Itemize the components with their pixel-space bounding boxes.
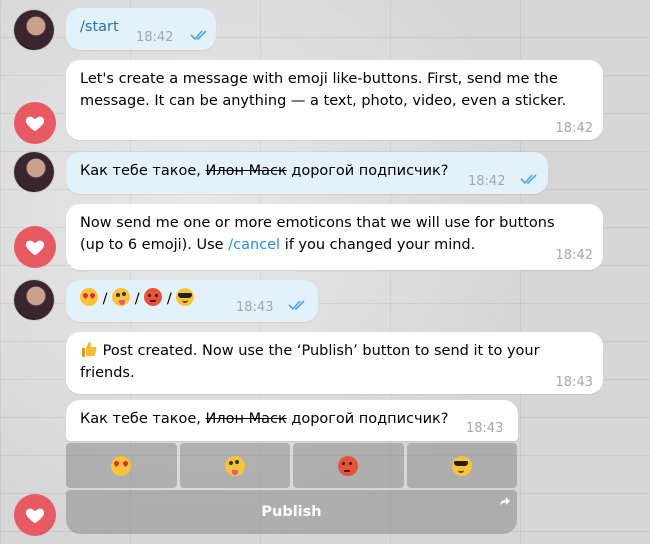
message-suffix: дорогой подписчик? bbox=[291, 163, 449, 179]
message-text-line2: message. It can be anything — a text, ph… bbox=[80, 93, 567, 109]
angry-face-emoji bbox=[144, 288, 163, 306]
sunglasses-face-emoji bbox=[451, 455, 472, 476]
message-time: 18:43 bbox=[236, 300, 274, 315]
message-time: 18:42 bbox=[555, 248, 593, 263]
bot-avatar[interactable] bbox=[14, 494, 56, 536]
message-bot-emoticons: Now send me one or more emoticons that w… bbox=[66, 204, 603, 270]
heart-eyes-emoji bbox=[111, 455, 132, 476]
message-time: 18:43 bbox=[555, 375, 593, 390]
message-text-line2: friends. bbox=[80, 365, 135, 381]
message-prefix: Как тебе такое, bbox=[80, 411, 201, 427]
reaction-button-heart-eyes[interactable] bbox=[66, 443, 177, 488]
cancel-link[interactable]: /cancel bbox=[228, 237, 280, 253]
message-text-line1: Let's create a message with emoji like-b… bbox=[80, 71, 558, 87]
reaction-button-zany[interactable] bbox=[179, 443, 290, 488]
heart-eyes-emoji bbox=[80, 288, 98, 306]
message-emoji-choice: / / / 18:43 bbox=[66, 280, 318, 322]
user-avatar[interactable] bbox=[14, 152, 54, 192]
reaction-button-angry[interactable] bbox=[293, 443, 404, 488]
message-text-prefix: (up to 6 emoji). Use bbox=[80, 237, 224, 253]
heart-icon bbox=[25, 508, 45, 524]
read-checks-icon bbox=[190, 30, 207, 41]
emoji-separator: / bbox=[166, 291, 172, 307]
user-avatar[interactable] bbox=[14, 10, 54, 50]
bot-avatar[interactable] bbox=[14, 102, 56, 144]
message-bot-intro: Let's create a message with emoji like-b… bbox=[66, 60, 603, 140]
message-time: 18:42 bbox=[136, 30, 174, 45]
message-text-line1: Post created. Now use the ‘Publish’ butt… bbox=[102, 343, 540, 359]
message-time: 18:43 bbox=[466, 421, 504, 436]
thumbs-up-icon bbox=[82, 342, 97, 357]
read-checks-icon bbox=[288, 300, 305, 311]
user-avatar[interactable] bbox=[14, 280, 54, 320]
publish-button[interactable]: Publish bbox=[66, 490, 517, 534]
message-strike: Илон Маск bbox=[205, 411, 287, 427]
share-arrow-icon bbox=[500, 497, 510, 506]
zany-face-emoji bbox=[112, 288, 131, 306]
sunglasses-face-emoji bbox=[176, 288, 195, 306]
angry-face-emoji bbox=[338, 455, 359, 476]
message-time: 18:42 bbox=[468, 174, 506, 189]
message-time: 18:42 bbox=[555, 121, 593, 136]
heart-icon bbox=[25, 116, 45, 132]
emoji-separator: / bbox=[102, 291, 108, 307]
bot-avatar[interactable] bbox=[14, 226, 56, 268]
message-strike: Илон Маск bbox=[205, 163, 287, 179]
message-suffix: дорогой подписчик? bbox=[291, 411, 449, 427]
message-post-created: Post created. Now use the ‘Publish’ butt… bbox=[66, 332, 603, 394]
message-text-line1: Now send me one or more emoticons that w… bbox=[80, 215, 555, 231]
zany-face-emoji bbox=[224, 455, 245, 476]
read-checks-icon bbox=[520, 174, 537, 185]
message-prefix: Как тебе такое, bbox=[80, 163, 201, 179]
message-text-suffix: if you changed your mind. bbox=[284, 237, 476, 253]
reaction-button-sunglasses[interactable] bbox=[406, 443, 517, 488]
message-post-text: Как тебе такое, Илон Маск дорогой подпис… bbox=[66, 152, 548, 194]
reaction-buttons bbox=[66, 443, 517, 488]
message-text: /start bbox=[80, 19, 119, 35]
publish-label: Publish bbox=[261, 504, 322, 520]
heart-icon bbox=[25, 240, 45, 256]
message-post-preview: Как тебе такое, Илон Маск дорогой подпис… bbox=[66, 400, 518, 441]
emoji-separator: / bbox=[134, 291, 140, 307]
message-start: /start 18:42 bbox=[66, 8, 216, 50]
